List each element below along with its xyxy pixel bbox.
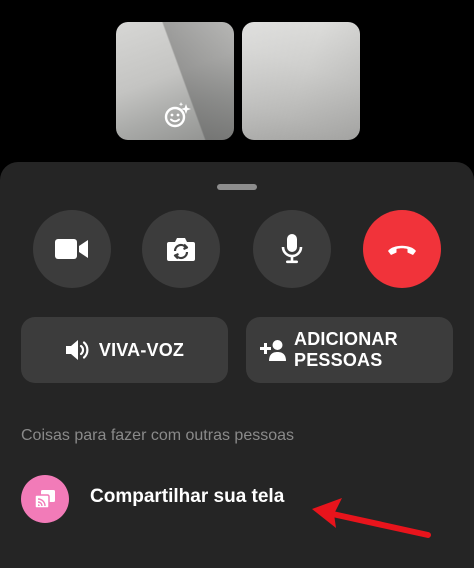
flip-camera-button[interactable] (142, 210, 220, 288)
screen-share-icon-badge (21, 475, 69, 523)
activities-section-title: Coisas para fazer com outras pessoas (21, 427, 295, 444)
speaker-icon (65, 339, 91, 361)
mute-microphone-button[interactable] (253, 210, 331, 288)
add-people-label: ADICIONAR PESSOAS (294, 329, 398, 370)
video-call-screen: VIVA-VOZ ADICIONAR PESSOAS Coisas para f… (0, 0, 474, 568)
add-people-button[interactable]: ADICIONAR PESSOAS (246, 317, 453, 383)
speakerphone-button[interactable]: VIVA-VOZ (21, 317, 228, 383)
video-frame (242, 22, 360, 140)
sparkle-face-effects-icon[interactable] (163, 102, 193, 128)
screen-share-icon (34, 490, 55, 509)
microphone-icon (281, 234, 303, 264)
speakerphone-label: VIVA-VOZ (98, 339, 185, 360)
video-camera-icon (55, 239, 88, 259)
drag-handle[interactable] (217, 184, 257, 190)
add-person-icon (258, 339, 286, 361)
camera-flip-icon (167, 238, 195, 261)
end-call-icon (388, 245, 416, 255)
red-arrow-annotation (312, 498, 431, 538)
end-call-button[interactable] (363, 210, 441, 288)
share-screen-label: Compartilhar sua tela (90, 486, 285, 507)
toggle-video-button[interactable] (33, 210, 111, 288)
self-video-thumbnail[interactable] (116, 22, 234, 140)
remote-video-thumbnail[interactable] (242, 22, 360, 140)
